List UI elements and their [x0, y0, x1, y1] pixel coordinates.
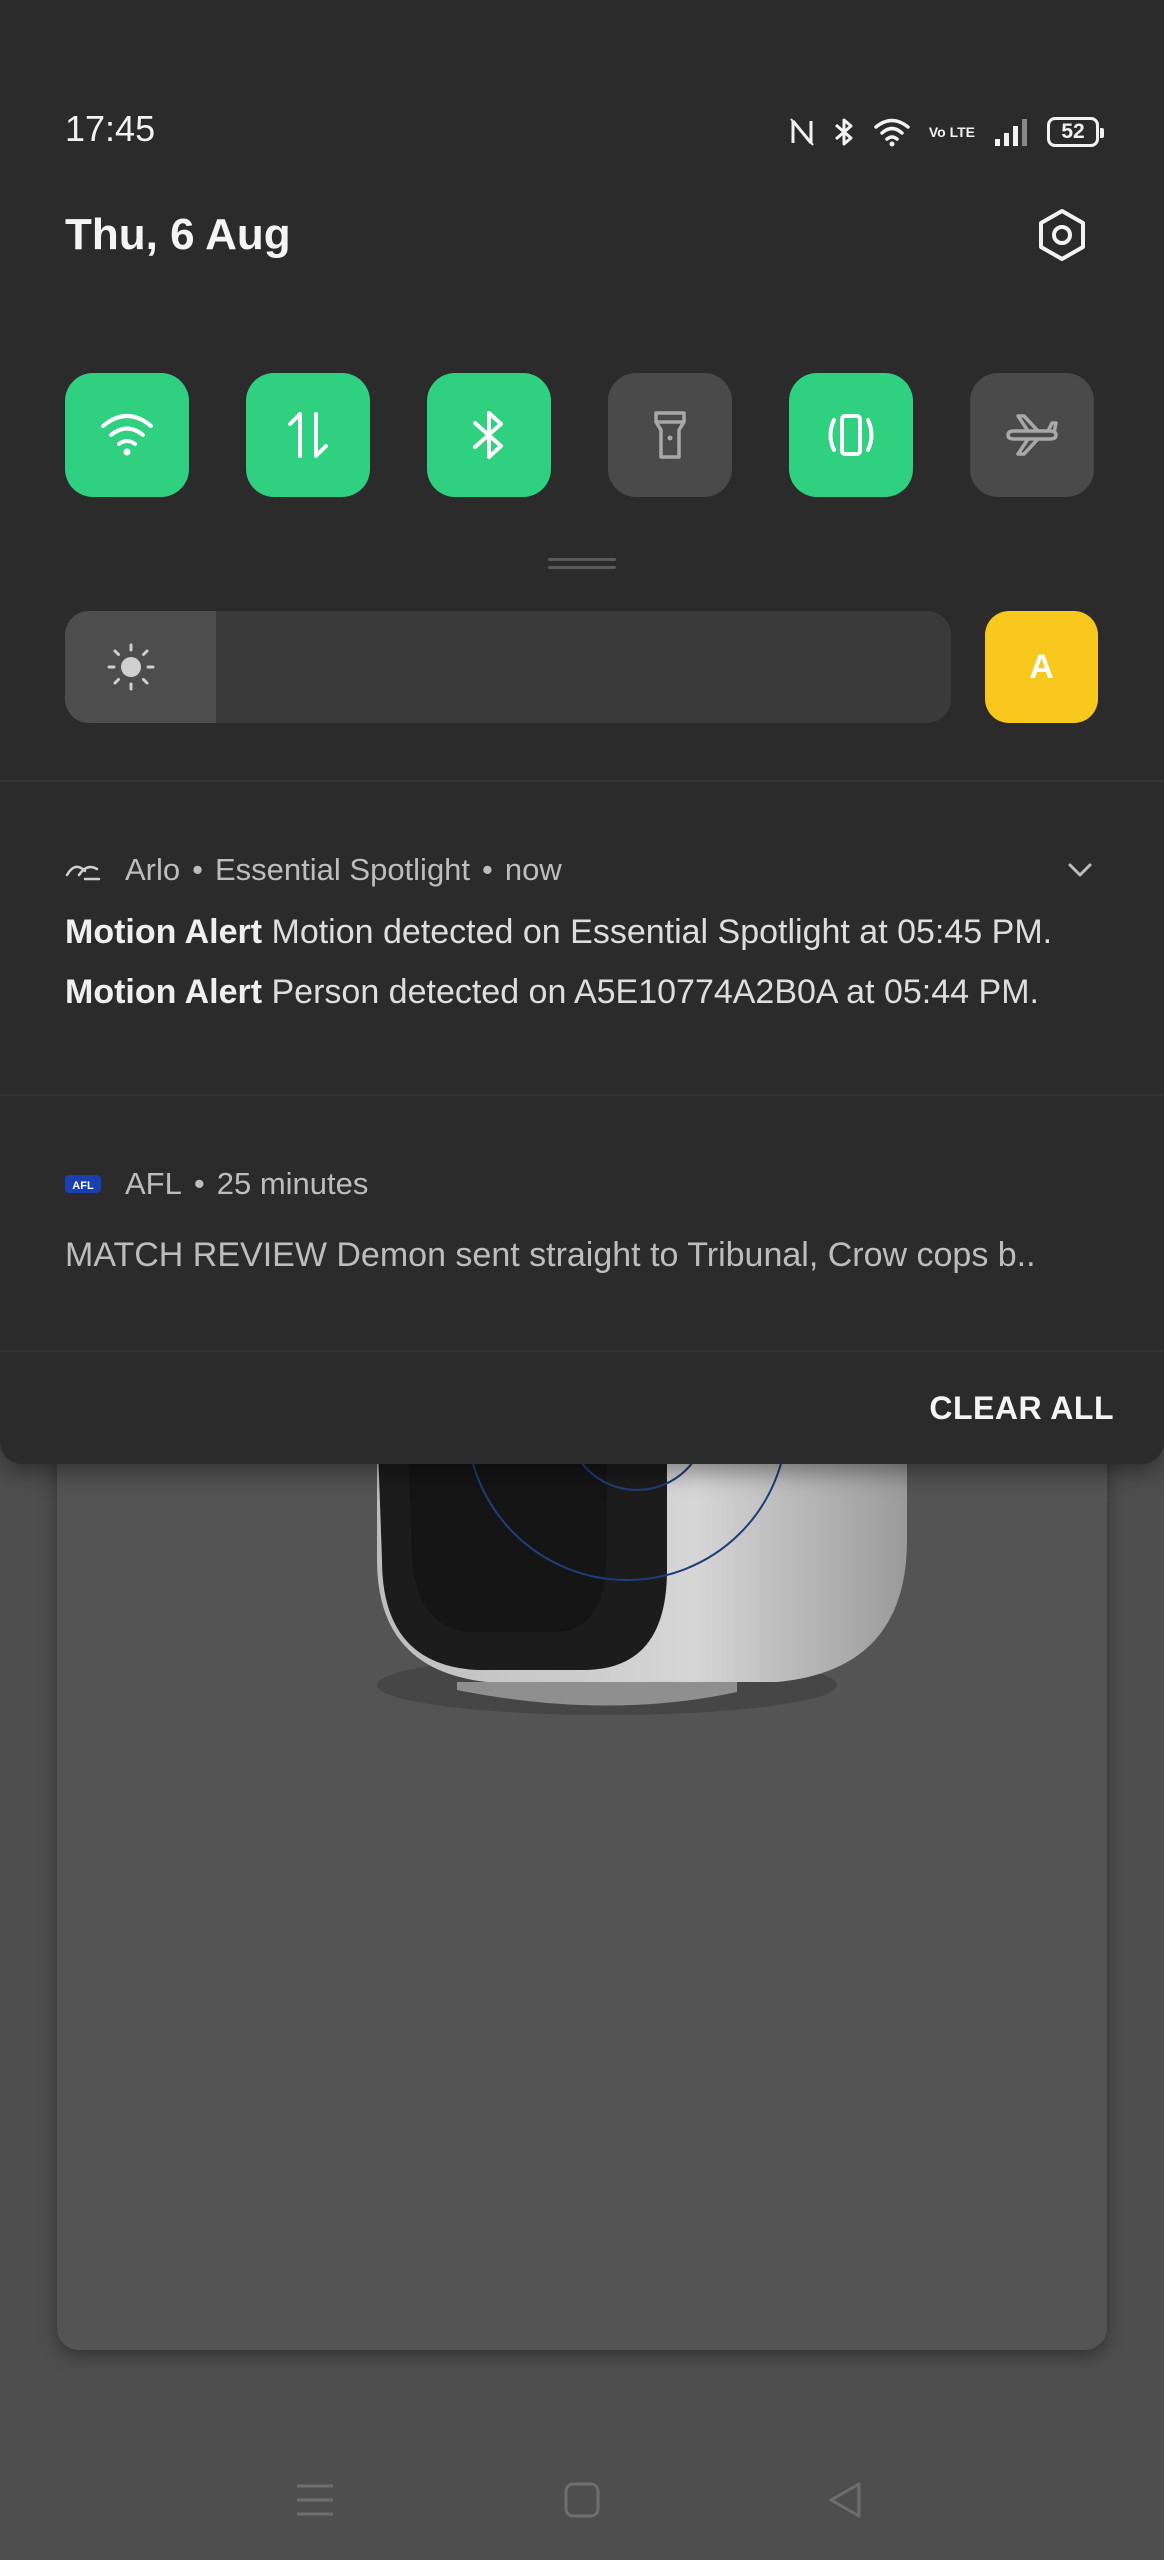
recent-apps-button[interactable] — [285, 2470, 345, 2530]
bluetooth-status-icon — [833, 116, 855, 148]
brightness-slider[interactable] — [65, 611, 951, 723]
notification-time: 25 minutes — [216, 1166, 369, 1201]
battery-indicator: 52 — [1047, 117, 1104, 147]
airplane-mode-toggle[interactable] — [970, 373, 1094, 497]
back-icon — [829, 2482, 861, 2518]
gear-icon — [1039, 209, 1085, 261]
notification-line-text: Motion detected on Essential Spotlight a… — [271, 913, 1053, 951]
airplane-icon — [1006, 414, 1058, 456]
vibrate-toggle[interactable] — [789, 373, 913, 497]
notification-text: MATCH REVIEW Demon sent straight to Trib… — [65, 1236, 1036, 1274]
status-bar: 17:45 Vo LTE 52 — [65, 108, 1104, 158]
home-icon — [564, 2482, 600, 2518]
notification-line: Motion Alert Motion detected on Essentia… — [65, 912, 1145, 952]
expand-handle[interactable] — [548, 558, 616, 570]
menu-icon — [297, 2484, 333, 2516]
mobile-data-toggle[interactable] — [246, 373, 370, 497]
expand-notification-button[interactable] — [1060, 850, 1100, 890]
background-app-card — [57, 1400, 1107, 2350]
wifi-status-icon — [873, 117, 911, 147]
signal-icon — [993, 117, 1029, 147]
notification-line: Motion Alert Person detected on A5E10774… — [65, 972, 1145, 1012]
vibrate-icon — [828, 414, 874, 456]
brightness-icon — [107, 643, 155, 691]
divider — [0, 780, 1164, 782]
notification-line-text: Person detected on A5E10774A2B0A at 05:4… — [271, 973, 1039, 1011]
notification-line-title: Motion Alert — [65, 913, 263, 951]
back-button[interactable] — [815, 2470, 875, 2530]
divider — [0, 1350, 1164, 1352]
bluetooth-toggle[interactable] — [427, 373, 551, 497]
divider — [0, 1094, 1164, 1096]
separator-dot: • — [192, 852, 203, 887]
notification-source: Essential Spotlight — [215, 852, 471, 887]
wifi-toggle[interactable] — [65, 373, 189, 497]
afl-app-icon: AFL — [65, 1169, 101, 1199]
clock: 17:45 — [65, 108, 156, 149]
separator-dot: • — [482, 852, 493, 887]
navigation-bar — [0, 2440, 1164, 2560]
notification-header: Arlo • Essential Spotlight • now — [65, 850, 1145, 890]
notification-app-name: Arlo — [125, 852, 181, 887]
arlo-app-icon — [65, 855, 101, 885]
quick-settings — [65, 373, 1099, 497]
clear-all-button[interactable]: CLEAR ALL — [929, 1390, 1114, 1427]
volte-indicator: Vo LTE — [928, 123, 975, 140]
wifi-icon — [101, 414, 153, 456]
flashlight-icon — [654, 411, 686, 459]
flashlight-toggle[interactable] — [608, 373, 732, 497]
notification-app-name: AFL — [125, 1166, 182, 1201]
notification-shade: 17:45 Vo LTE 52 Thu, 6 Aug A Arlo • Esse… — [0, 0, 1164, 1464]
date-label: Thu, 6 Aug — [65, 210, 291, 259]
settings-button[interactable] — [1034, 207, 1090, 263]
nfc-icon — [789, 117, 815, 147]
status-icons: Vo LTE 52 — [789, 112, 1104, 152]
notification-time: now — [504, 852, 562, 887]
home-button[interactable] — [552, 2470, 612, 2530]
auto-brightness-button[interactable]: A — [985, 611, 1098, 723]
chevron-down-icon — [1068, 863, 1092, 877]
svg-text:AFL: AFL — [72, 1180, 94, 1192]
notification-header: AFL AFL • 25 minutes — [65, 1164, 1145, 1204]
notification-line-title: Motion Alert — [65, 973, 263, 1011]
camera-image — [377, 1420, 907, 1715]
notification-arlo[interactable]: Arlo • Essential Spotlight • now Motion … — [65, 850, 1145, 1012]
bluetooth-icon — [473, 411, 503, 459]
notification-afl[interactable]: AFL AFL • 25 minutes MATCH REVIEW Demon … — [65, 1164, 1145, 1275]
mobile-data-icon — [288, 412, 328, 458]
separator-dot: • — [193, 1166, 205, 1201]
